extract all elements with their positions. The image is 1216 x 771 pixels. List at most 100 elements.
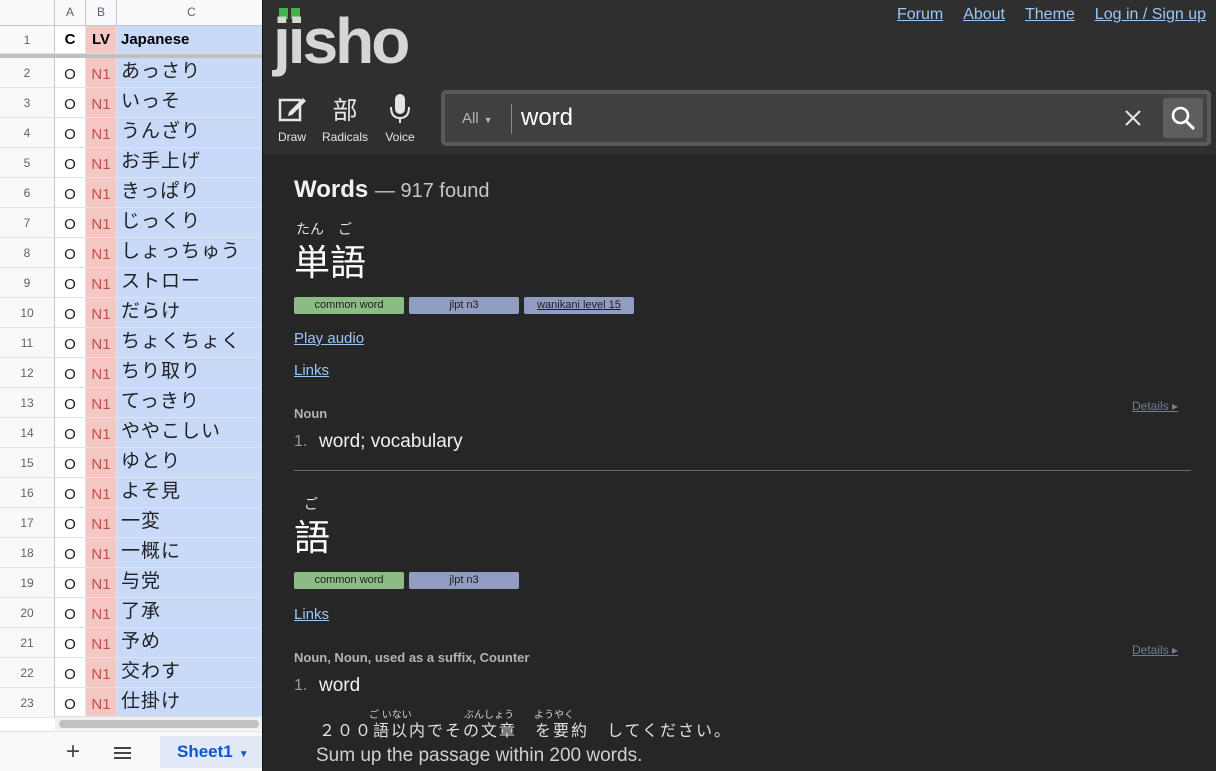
cell-lv[interactable]: N1: [86, 388, 117, 418]
cell-c[interactable]: O: [55, 208, 86, 238]
jisho-logo[interactable]: jisho: [273, 2, 423, 78]
clear-icon[interactable]: [1121, 106, 1145, 130]
row-number[interactable]: 6: [0, 178, 55, 208]
details-link[interactable]: Details ▸: [1132, 643, 1178, 657]
links-link[interactable]: Links: [294, 362, 329, 379]
cell-lv[interactable]: N1: [86, 658, 117, 688]
cell-c[interactable]: O: [55, 628, 86, 658]
cell-c[interactable]: O: [55, 598, 86, 628]
cell-c[interactable]: O: [55, 448, 86, 478]
cell-japanese[interactable]: きっぱり: [117, 178, 262, 208]
hamburger-icon[interactable]: [110, 740, 136, 766]
row-number[interactable]: 3: [0, 88, 55, 118]
sheet-tab-sheet1[interactable]: Sheet1 ▼: [160, 736, 262, 768]
column-header-a[interactable]: A: [55, 0, 86, 26]
row-number[interactable]: 17: [0, 508, 55, 538]
cell-c[interactable]: O: [55, 118, 86, 148]
nav-login-link[interactable]: Log in / Sign up: [1095, 6, 1206, 24]
cell-lv[interactable]: N1: [86, 448, 117, 478]
cell-lv[interactable]: N1: [86, 58, 117, 88]
cell-lv[interactable]: N1: [86, 268, 117, 298]
nav-forum-link[interactable]: Forum: [897, 6, 943, 24]
details-link[interactable]: Details ▸: [1132, 399, 1178, 413]
column-header-b[interactable]: B: [86, 0, 117, 26]
cell-lv[interactable]: N1: [86, 118, 117, 148]
nav-about-link[interactable]: About: [963, 6, 1005, 24]
nav-theme-link[interactable]: Theme: [1025, 6, 1075, 24]
cell-japanese[interactable]: よそ見: [117, 478, 262, 508]
row-number[interactable]: 20: [0, 598, 55, 628]
row-number[interactable]: 19: [0, 568, 55, 598]
select-all-corner[interactable]: [0, 0, 55, 26]
cell-japanese[interactable]: 与党: [117, 568, 262, 598]
cell-lv[interactable]: N1: [86, 418, 117, 448]
cell-lv[interactable]: N1: [86, 238, 117, 268]
search-input[interactable]: [521, 102, 1111, 134]
cell-c[interactable]: O: [55, 298, 86, 328]
freeze-divider[interactable]: [0, 54, 262, 58]
cell-japanese[interactable]: 交わす: [117, 658, 262, 688]
cell-c[interactable]: O: [55, 238, 86, 268]
cell-c[interactable]: O: [55, 88, 86, 118]
row-number[interactable]: 11: [0, 328, 55, 358]
column-header-c[interactable]: C: [117, 0, 262, 26]
cell-c[interactable]: O: [55, 148, 86, 178]
header-cell-japanese[interactable]: Japanese: [117, 26, 262, 54]
cell-japanese[interactable]: ちょくちょく: [117, 328, 262, 358]
row-number[interactable]: 8: [0, 238, 55, 268]
cell-c[interactable]: O: [55, 538, 86, 568]
cell-lv[interactable]: N1: [86, 508, 117, 538]
row-number[interactable]: 12: [0, 358, 55, 388]
cell-lv[interactable]: N1: [86, 358, 117, 388]
row-number[interactable]: 2: [0, 58, 55, 88]
cell-c[interactable]: O: [55, 478, 86, 508]
cell-lv[interactable]: N1: [86, 598, 117, 628]
cell-lv[interactable]: N1: [86, 298, 117, 328]
cell-c[interactable]: O: [55, 58, 86, 88]
play-audio-link[interactable]: Play audio: [294, 330, 364, 347]
row-number[interactable]: 4: [0, 118, 55, 148]
row-number[interactable]: 18: [0, 538, 55, 568]
cell-lv[interactable]: N1: [86, 628, 117, 658]
cell-japanese[interactable]: うんざり: [117, 118, 262, 148]
header-cell-lv[interactable]: LV: [86, 26, 117, 54]
row-number[interactable]: 22: [0, 658, 55, 688]
cell-lv[interactable]: N1: [86, 148, 117, 178]
cell-c[interactable]: O: [55, 508, 86, 538]
links-link[interactable]: Links: [294, 606, 329, 623]
row-number[interactable]: 16: [0, 478, 55, 508]
cell-c[interactable]: O: [55, 658, 86, 688]
cell-japanese[interactable]: てっきり: [117, 388, 262, 418]
row-number[interactable]: 10: [0, 298, 55, 328]
draw-button[interactable]: Draw: [263, 92, 321, 144]
cell-c[interactable]: O: [55, 328, 86, 358]
cell-japanese[interactable]: ストロー: [117, 268, 262, 298]
cell-japanese[interactable]: 一変: [117, 508, 262, 538]
caret-down-icon[interactable]: ▼: [239, 749, 249, 760]
plus-icon[interactable]: +: [60, 740, 86, 766]
cell-japanese[interactable]: しょっちゅう: [117, 238, 262, 268]
cell-lv[interactable]: N1: [86, 178, 117, 208]
cell-japanese[interactable]: いっそ: [117, 88, 262, 118]
cell-c[interactable]: O: [55, 688, 86, 718]
cell-lv[interactable]: N1: [86, 478, 117, 508]
cell-lv[interactable]: N1: [86, 208, 117, 238]
cell-lv[interactable]: N1: [86, 688, 117, 718]
row-number[interactable]: 23: [0, 688, 55, 718]
cell-c[interactable]: O: [55, 568, 86, 598]
cell-japanese[interactable]: あっさり: [117, 58, 262, 88]
cell-lv[interactable]: N1: [86, 88, 117, 118]
row-number[interactable]: 15: [0, 448, 55, 478]
radicals-button[interactable]: 部 Radicals: [316, 92, 374, 144]
voice-button[interactable]: Voice: [371, 92, 429, 144]
cell-c[interactable]: O: [55, 388, 86, 418]
cell-lv[interactable]: N1: [86, 568, 117, 598]
cell-c[interactable]: O: [55, 358, 86, 388]
row-number[interactable]: 21: [0, 628, 55, 658]
cell-japanese[interactable]: 予め: [117, 628, 262, 658]
cell-japanese[interactable]: ややこしい: [117, 418, 262, 448]
cell-c[interactable]: O: [55, 178, 86, 208]
cell-japanese[interactable]: だらけ: [117, 298, 262, 328]
wanikani-badge-link[interactable]: wanikani level 15: [524, 297, 634, 314]
scrollbar-thumb[interactable]: [59, 720, 259, 728]
